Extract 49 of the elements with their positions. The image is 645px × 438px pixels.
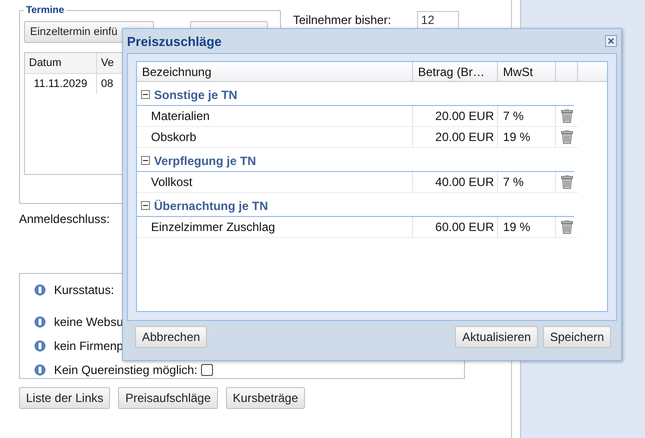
column-header[interactable]: Datum <box>25 53 97 73</box>
trash-icon[interactable] <box>561 175 573 189</box>
trash-icon[interactable] <box>561 109 573 123</box>
table-cell: 20.00 EUR <box>413 106 498 126</box>
info-icon <box>34 284 46 296</box>
action-button[interactable]: Preisaufschläge <box>118 387 218 409</box>
table-cell: Vollkost <box>137 172 413 192</box>
group-header[interactable]: Sonstige je TN <box>154 88 238 102</box>
collapse-icon[interactable] <box>141 156 150 165</box>
participants-field[interactable]: 12 <box>417 11 460 29</box>
table-cell: Einzelzimmer Zuschlag <box>137 217 413 237</box>
column-header[interactable]: Ve <box>97 57 118 69</box>
field-label: Anmeldeschluss: <box>19 212 111 226</box>
close-icon[interactable] <box>605 35 617 47</box>
collapse-icon[interactable] <box>141 201 150 210</box>
status-label: keine Websu <box>54 315 124 330</box>
info-icon <box>34 340 46 352</box>
column-header[interactable]: MwSt <box>498 62 556 81</box>
table-cell: 11.11.2029 <box>25 74 97 94</box>
table-cell: Materialien <box>137 106 413 126</box>
panel-legend: Termine <box>24 5 66 16</box>
table-cell: 60.00 EUR <box>413 217 498 237</box>
column-header[interactable]: Bezeichnung <box>137 62 413 81</box>
dialog-button[interactable]: Speichern <box>542 326 611 348</box>
column-header[interactable]: Betrag (Br… <box>413 62 498 81</box>
table-cell: 19 % <box>498 217 556 237</box>
table-cell: 20.00 EUR <box>413 127 498 147</box>
trash-icon[interactable] <box>561 220 573 234</box>
table-cell: Obskorb <box>137 127 413 147</box>
status-label: kein Firmenp <box>54 338 124 353</box>
action-button[interactable]: Kursbeträge <box>226 387 306 409</box>
action-button[interactable]: Liste der Links <box>19 387 110 409</box>
info-icon <box>34 316 46 328</box>
status-label: Kursstatus: <box>54 283 114 298</box>
checkbox[interactable] <box>201 364 214 376</box>
group-header[interactable]: Übernachtung je TN <box>154 198 268 212</box>
table-cell: 7 % <box>498 106 556 126</box>
cancel-button[interactable]: Abbrechen <box>135 326 208 348</box>
table-cell: 40.00 EUR <box>413 172 498 192</box>
table-cell: 7 % <box>498 172 556 192</box>
status-label: Kein Quereinstieg möglich: <box>54 362 198 377</box>
table-cell: 19 % <box>498 127 556 147</box>
field-label: Teilnehmer bisher: <box>293 13 392 27</box>
info-icon <box>34 364 46 376</box>
group-header[interactable]: Verpflegung je TN <box>154 154 256 168</box>
collapse-icon[interactable] <box>141 90 150 99</box>
table-cell-text: 08 <box>100 78 114 90</box>
dialog-button[interactable]: Aktualisieren <box>455 326 538 348</box>
trash-icon[interactable] <box>561 130 573 144</box>
